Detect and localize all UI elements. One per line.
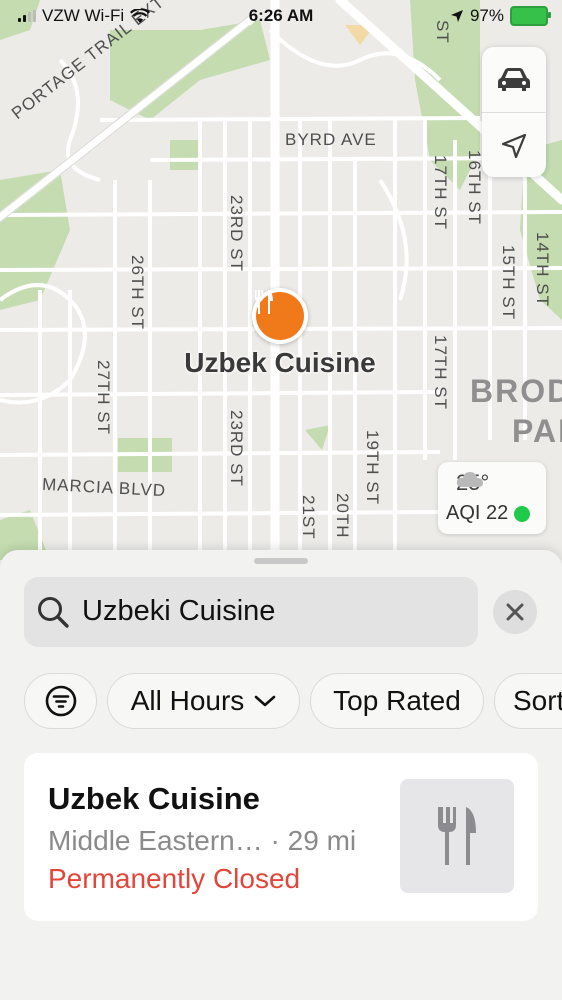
street-label-26th-st: 26TH ST [128,255,147,331]
result-thumbnail [400,779,514,893]
street-label-14th-st: 14TH ST [533,232,552,308]
sheet-grabber[interactable] [254,558,308,564]
pin-label[interactable]: Uzbek Cuisine [150,347,410,379]
weather-widget[interactable]: 25° AQI 22 [438,462,546,534]
district-label-line2: PAR [512,413,562,449]
hours-filter-chip[interactable]: All Hours [107,673,300,729]
result-name: Uzbek Cuisine [48,781,260,816]
search-icon [38,597,69,628]
result-category-distance: Middle Eastern… · 29 mi [48,825,357,856]
aqi-value: AQI 22 [446,502,509,524]
street-label-17th-st-north: 17TH ST [431,155,450,231]
search-input[interactable]: Uzbeki Cuisine [82,595,275,628]
status-bar: VZW Wi-Fi 6:26 AM 97% [0,0,562,32]
chevron-down-icon [254,695,276,707]
result-status: Permanently Closed [48,863,301,894]
map-view[interactable]: PORTAGE TRAIL EXT W BYRD AVE ST 23RD ST … [0,0,562,560]
close-icon [506,603,524,621]
results-sheet: Uzbeki Cuisine All Hours Top Rated Sort … [0,550,562,1000]
top-rated-filter-chip[interactable]: Top Rated [310,673,484,729]
aqi-status-dot [514,505,531,522]
search-field[interactable]: Uzbeki Cuisine [24,577,478,647]
fork-knife-icon [438,807,476,865]
street-label-16th-st: 16TH ST [465,150,484,226]
location-arrow-icon [501,133,527,158]
cloud-icon [456,472,483,487]
battery-charging-icon [510,6,551,26]
filter-chips: All Hours Top Rated Sort [24,673,562,731]
battery-percent: 97% [469,6,504,25]
street-label-15th-st: 15TH ST [499,245,518,321]
hours-filter-label: All Hours [130,685,245,716]
filter-options-button[interactable] [24,673,97,729]
clear-search-button[interactable] [493,590,537,634]
street-label-19th-st: 19TH ST [363,430,382,506]
sort-label: Sort [513,685,562,716]
street-label-21st: 21ST [299,495,318,540]
district-label-line1: BRODI [470,373,562,409]
transport-mode-button[interactable] [482,47,546,112]
street-label-17th-st-south: 17TH ST [431,335,450,411]
street-label-23rd-st-south: 23RD ST [227,410,246,487]
street-label-byrd-ave: BYRD AVE [285,130,377,149]
current-location-button[interactable] [482,112,546,178]
map-controls [482,47,546,177]
restaurant-pin[interactable] [252,288,308,344]
sort-filter-chip[interactable]: Sort [494,673,562,729]
result-card[interactable]: Uzbek Cuisine Middle Eastern… · 29 mi Pe… [24,753,538,921]
fork-knife-icon [255,290,273,314]
street-label-27th-st: 27TH ST [94,360,113,436]
street-label-23rd-st-north: 23RD ST [227,195,246,272]
car-icon [498,67,530,91]
top-rated-label: Top Rated [333,685,461,716]
location-services-icon [450,10,463,22]
street-label-20th: 20TH [333,493,352,539]
filter-icon [45,685,76,717]
